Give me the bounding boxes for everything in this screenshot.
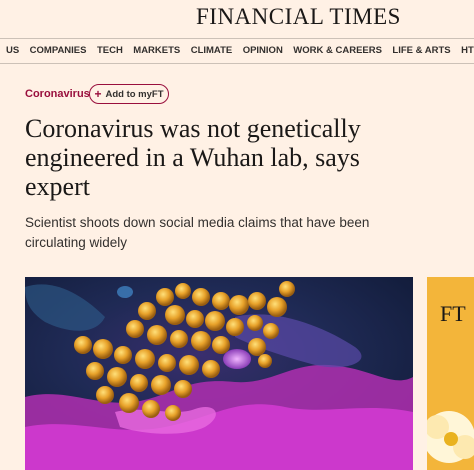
side-advert[interactable]: FT	[427, 277, 474, 470]
main-nav: US COMPANIES TECH MARKETS CLIMATE OPINIO…	[0, 38, 474, 64]
hero-image	[25, 277, 413, 470]
nav-item-work-careers[interactable]: WORK & CAREERS	[293, 39, 382, 63]
article-standfirst: Scientist shoots down social media claim…	[25, 215, 370, 250]
nav-item-climate[interactable]: CLIMATE	[191, 39, 233, 63]
nav-item-opinion[interactable]: OPINION	[243, 39, 283, 63]
nav-item-companies[interactable]: COMPANIES	[30, 39, 87, 63]
nav-item-markets[interactable]: MARKETS	[133, 39, 180, 63]
nav-item-life-arts[interactable]: LIFE & ARTS	[392, 39, 450, 63]
masthead: FINANCIAL TIMES	[0, 0, 474, 38]
nav-item-tech[interactable]: TECH	[97, 39, 123, 63]
nav-item-us[interactable]: US	[6, 39, 19, 63]
virus-micrograph-image	[25, 277, 413, 470]
article-headline: Coronavirus was not genetically engineer…	[25, 114, 361, 201]
plus-icon: +	[94, 87, 102, 101]
flower-image	[427, 411, 474, 463]
ft-logo[interactable]: FINANCIAL TIMES	[196, 4, 401, 30]
nav-item-htsi[interactable]: HTSI	[461, 39, 474, 63]
add-to-myft-label: Add to myFT	[105, 88, 164, 100]
add-to-myft-button[interactable]: + Add to myFT	[89, 84, 169, 104]
topic-link[interactable]: Coronavirus	[25, 88, 90, 100]
